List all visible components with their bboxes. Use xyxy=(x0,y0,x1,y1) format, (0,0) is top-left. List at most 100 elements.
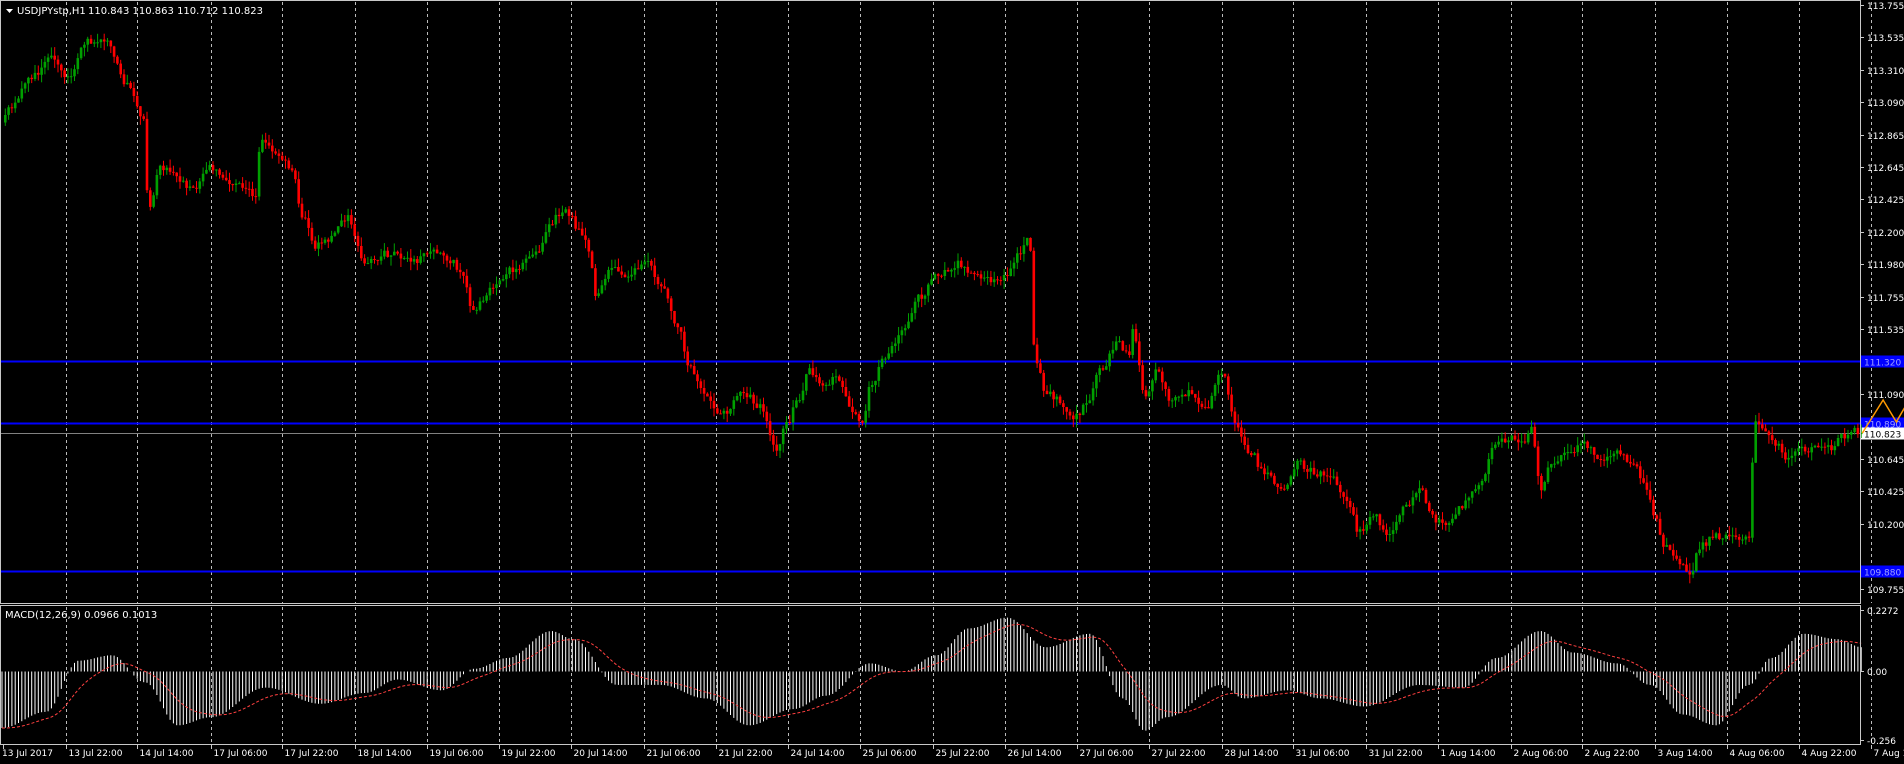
candle-body xyxy=(505,274,508,279)
candle-body xyxy=(825,385,828,386)
candle-body xyxy=(1250,453,1253,455)
ohlc-readout: 110.843 110.863 110.712 110.823 xyxy=(88,6,263,17)
candle-body xyxy=(1606,457,1609,461)
candle-body xyxy=(515,269,518,272)
chart-window[interactable]: 111.320110.890110.823109.880 113.755113.… xyxy=(0,0,1904,760)
candle-body xyxy=(47,58,50,62)
candle-body xyxy=(67,76,70,77)
candle-body xyxy=(805,374,808,391)
candle-body xyxy=(70,76,73,77)
candle-body xyxy=(607,270,610,279)
candle-body xyxy=(594,268,597,296)
candle-body xyxy=(1642,478,1645,483)
candle-body xyxy=(1385,530,1388,535)
candle-body xyxy=(218,170,221,175)
candle-body xyxy=(531,255,534,257)
candle-body xyxy=(1072,416,1075,420)
time-label: 4 Aug 22:00 xyxy=(1802,749,1857,759)
candle-body xyxy=(1511,436,1514,441)
candle-body xyxy=(887,353,890,358)
candle-body xyxy=(1507,440,1510,442)
candle-body xyxy=(1095,375,1098,389)
candle-body xyxy=(871,385,874,387)
candle-body xyxy=(1665,545,1668,547)
candle-body xyxy=(284,160,287,161)
candle-body xyxy=(835,376,838,377)
candle-body xyxy=(1632,464,1635,465)
candle-body xyxy=(1771,435,1774,440)
candle-body xyxy=(650,261,653,266)
candle-body xyxy=(868,387,871,411)
price-tick-label: 110.645 xyxy=(1867,456,1904,466)
candle-body xyxy=(924,296,927,299)
candle-body xyxy=(637,268,640,269)
candle-body xyxy=(373,259,376,260)
chart-canvas[interactable]: 111.320110.890110.823109.880 113.755113.… xyxy=(0,0,1904,760)
candle-body xyxy=(1702,542,1705,549)
candle-body xyxy=(739,392,742,396)
candle-body xyxy=(617,267,620,272)
candle-body xyxy=(960,261,963,267)
candle-body xyxy=(390,255,393,256)
candle-body xyxy=(1418,488,1421,493)
candle-body xyxy=(1520,442,1523,443)
time-label: 28 Jul 14:00 xyxy=(1225,749,1279,759)
candle-body xyxy=(1616,450,1619,453)
candle-body xyxy=(17,99,20,103)
candle-body xyxy=(1263,468,1266,474)
candle-body xyxy=(970,273,973,274)
candle-body xyxy=(1187,390,1190,396)
candle-body xyxy=(1425,490,1428,503)
candle-body xyxy=(548,224,551,232)
candle-body xyxy=(1669,545,1672,550)
candle-body xyxy=(419,256,422,263)
candle-body xyxy=(1158,369,1161,371)
candle-body xyxy=(1431,511,1434,515)
candle-body xyxy=(1613,454,1616,457)
candle-body xyxy=(1850,432,1853,435)
candle-body xyxy=(848,396,851,406)
candle-body xyxy=(311,228,314,241)
candle-body xyxy=(1474,489,1477,491)
candle-body xyxy=(1672,550,1675,556)
time-label: 21 Jul 22:00 xyxy=(719,749,773,759)
candle-body xyxy=(1273,476,1276,484)
candle-body xyxy=(545,232,548,243)
candle-body xyxy=(967,267,970,273)
candle-body xyxy=(1758,421,1761,424)
candle-body xyxy=(1487,459,1490,474)
candle-body xyxy=(1079,414,1082,415)
candle-body xyxy=(571,216,574,217)
candle-body xyxy=(1596,455,1599,459)
candle-body xyxy=(189,187,192,188)
candle-body xyxy=(726,411,729,414)
candle-body xyxy=(452,260,455,263)
candle-body xyxy=(1253,453,1256,455)
chart-header: USDJPYstp,H1 110.843 110.863 110.712 110… xyxy=(6,6,263,17)
candle-body xyxy=(1649,490,1652,500)
candle-body xyxy=(406,258,409,259)
candle-body xyxy=(990,277,993,282)
candle-body xyxy=(1234,412,1237,423)
candle-body xyxy=(152,195,155,207)
candle-body xyxy=(489,288,492,296)
candle-body xyxy=(340,221,343,227)
time-label: 17 Jul 22:00 xyxy=(285,749,339,759)
time-label: 7 Aug 14:00 xyxy=(1874,749,1904,759)
candle-body xyxy=(129,83,132,88)
candle-body xyxy=(917,295,920,302)
candle-body xyxy=(278,154,281,156)
candle-body xyxy=(680,327,683,332)
candle-body xyxy=(353,224,356,236)
candle-body xyxy=(179,176,182,182)
price-tick-label: 111.755 xyxy=(1867,294,1904,304)
candle-body xyxy=(288,161,291,169)
price-tick-label: 112.425 xyxy=(1867,196,1904,206)
candle-body xyxy=(1369,517,1372,525)
candle-body xyxy=(878,367,881,381)
candle-body xyxy=(1339,485,1342,492)
candle-body xyxy=(798,400,801,401)
candle-body xyxy=(350,215,353,224)
candle-body xyxy=(766,412,769,421)
candle-body xyxy=(1290,476,1293,484)
